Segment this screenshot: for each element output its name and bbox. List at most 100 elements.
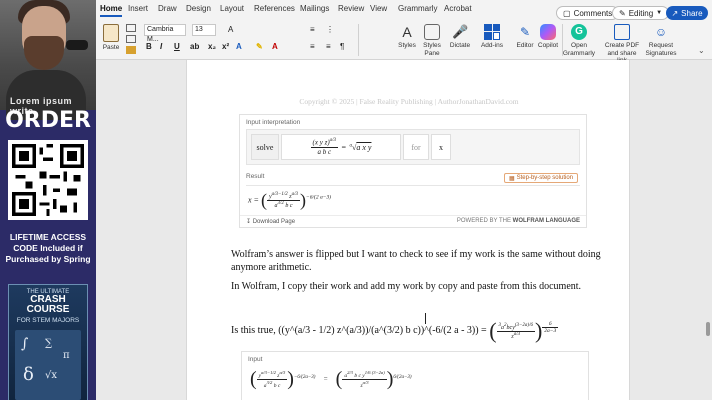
result-box: x = (ya/3−1/2 za/3 a3/2 b c)−6/(2 a−3) bbox=[246, 185, 580, 215]
strikethrough-button[interactable]: ab bbox=[190, 42, 199, 51]
steps-icon: ▦ bbox=[508, 175, 515, 182]
paste-button[interactable]: Paste bbox=[100, 22, 122, 51]
italic-button[interactable]: I bbox=[160, 42, 162, 51]
format-painter-icon[interactable] bbox=[126, 46, 136, 54]
comments-button[interactable]: ▢ Comments bbox=[556, 6, 620, 20]
text-cursor bbox=[425, 313, 426, 324]
download-page-link[interactable]: ↧ Download Page bbox=[246, 218, 295, 225]
tab-draw[interactable]: Draw bbox=[158, 4, 177, 13]
wolfram-footer: ↧ Download Page POWERED BY THE WOLFRAM L… bbox=[240, 215, 586, 227]
share-icon: ↗ bbox=[671, 8, 679, 18]
equation-cell: (x y z)a/3 a b c = a√a x y bbox=[281, 134, 401, 160]
share-button[interactable]: ↗ Share bbox=[666, 6, 708, 20]
promo-text: LIFETIME ACCESS CODE Included if Purchas… bbox=[5, 232, 91, 264]
tab-home[interactable]: Home bbox=[100, 4, 123, 17]
for-cell: for bbox=[403, 134, 429, 160]
addins-button[interactable]: Add-ins bbox=[480, 22, 504, 50]
editing-button[interactable]: ✎ Editing ▼ bbox=[612, 6, 670, 20]
text-effects-button[interactable]: A bbox=[236, 42, 242, 51]
pencil-icon: ✎ bbox=[619, 8, 626, 18]
microphone-icon: 🎤 bbox=[452, 24, 469, 39]
vertical-scrollbar[interactable] bbox=[706, 322, 710, 336]
input-interpretation-label: Input interpretation bbox=[246, 119, 301, 126]
font-name-select[interactable]: Cambria M... bbox=[144, 24, 186, 43]
wolfram-result-image[interactable]: Input interpretation solve (x y z)a/3 a b… bbox=[239, 114, 587, 228]
align-left-icon[interactable]: ≡ bbox=[310, 42, 315, 51]
tab-mailings[interactable]: Mailings bbox=[300, 4, 329, 13]
powered-by-label: POWERED BY THE WOLFRAM LANGUAGE bbox=[456, 218, 580, 224]
comment-icon: ▢ bbox=[563, 8, 571, 18]
tab-review[interactable]: Review bbox=[338, 4, 364, 13]
app-window: Lorem ipsum write ORDER LIFETIME ACCESS … bbox=[0, 0, 712, 400]
tab-insert[interactable]: Insert bbox=[128, 4, 148, 13]
editor-button[interactable]: ✎ Editor bbox=[514, 22, 536, 50]
book-cover: THE ULTIMATE CRASH COURSE FOR STEM MAJOR… bbox=[8, 284, 88, 400]
webcam-overlay: Lorem ipsum write bbox=[0, 0, 96, 120]
book-art: ∫ ∑ π δ √x bbox=[15, 330, 81, 400]
clipboard-icon bbox=[103, 24, 119, 42]
underline-button[interactable]: U bbox=[174, 42, 180, 51]
result-label: Result bbox=[246, 173, 265, 180]
is-this-true-text: Is this true, ((y^(a/3 - 1/2) z^(a/3))/(… bbox=[231, 325, 487, 337]
align-center-icon[interactable]: ≡ bbox=[326, 42, 331, 51]
step-by-step-button[interactable]: ▦ Step-by-step solution bbox=[503, 173, 578, 183]
input-interpretation-box: solve (x y z)a/3 a b c = a√a x y for x bbox=[246, 129, 580, 165]
wolfram-input-image[interactable]: Input (ya/3−1/2 za/3 a3/2 b c)−6/(2a−3) =… bbox=[241, 351, 589, 400]
tab-grammarly[interactable]: Grammarly bbox=[398, 4, 438, 13]
pdf-share-icon bbox=[614, 24, 630, 40]
signature-icon: ☺ bbox=[654, 25, 668, 39]
subscript-button[interactable]: x₂ bbox=[208, 42, 216, 51]
font-size-select[interactable]: 13 bbox=[192, 24, 216, 36]
grow-font-button[interactable]: A bbox=[228, 25, 233, 34]
header-copyright: Copyright © 2025 | False Reality Publish… bbox=[299, 97, 519, 106]
result-equation: x = (ya/3−1/2 za/3 a3/2 b c)−6/(2 a−3) bbox=[248, 190, 332, 210]
ribbon-collapse-icon[interactable]: ⌄ bbox=[698, 46, 705, 55]
qr-code[interactable] bbox=[8, 140, 88, 220]
styles-button[interactable]: A Styles bbox=[396, 22, 418, 50]
solve-cell: solve bbox=[251, 134, 279, 160]
bold-button[interactable]: B bbox=[146, 42, 152, 51]
comparison-equation: (ya/3−1/2 za/3 a3/2 b c)−6/(2a−3) = (a2/3… bbox=[250, 368, 412, 390]
cut-icon[interactable] bbox=[126, 24, 136, 32]
editor-pen-icon: ✎ bbox=[519, 25, 531, 39]
copy-icon[interactable] bbox=[126, 35, 136, 43]
tab-design[interactable]: Design bbox=[186, 4, 211, 13]
paragraph-2[interactable]: In Wolfram, I copy their work and add my… bbox=[231, 280, 601, 293]
is-this-true-line[interactable]: Is this true, ((y^(a/3 - 1/2) z^(a/3))/(… bbox=[231, 318, 559, 344]
ribbon: Home Insert Draw Design Layout Reference… bbox=[96, 0, 712, 64]
dictate-button[interactable]: 🎤 Dictate bbox=[448, 22, 472, 50]
font-color-button[interactable]: A bbox=[272, 42, 278, 51]
request-signatures-button[interactable]: ☺ Request Signatures bbox=[644, 22, 678, 57]
tab-acrobat[interactable]: Acrobat bbox=[444, 4, 472, 13]
is-this-true-rhs: (3a2bcy(3−2a)/6 za/3) 6 2a−3 bbox=[489, 318, 559, 343]
styles-pane-icon bbox=[424, 24, 440, 40]
create-pdf-button[interactable]: Create PDF and share link bbox=[602, 22, 642, 65]
addins-icon bbox=[484, 24, 500, 40]
bullets-icon[interactable]: ≡ bbox=[310, 25, 315, 34]
copilot-icon bbox=[540, 24, 556, 40]
grammarly-icon: G bbox=[571, 24, 587, 40]
ribbon-toolbar: Paste Cambria M... 13 B I U ab x₂ x² A ✎… bbox=[96, 22, 712, 64]
order-heading: ORDER bbox=[5, 108, 91, 133]
tab-references[interactable]: References bbox=[254, 4, 295, 13]
download-icon: ↧ bbox=[246, 219, 252, 225]
open-grammarly-button[interactable]: G Open Grammarly bbox=[562, 22, 596, 57]
microphone-icon bbox=[66, 40, 88, 50]
input-label: Input bbox=[248, 356, 263, 363]
document-canvas: Copyright © 2025 | False Reality Publish… bbox=[96, 60, 712, 400]
variable-cell: x bbox=[431, 134, 451, 160]
tab-view[interactable]: View bbox=[370, 4, 387, 13]
numbering-icon[interactable]: ⋮ bbox=[326, 25, 334, 34]
styles-pane-button[interactable]: Styles Pane bbox=[420, 22, 444, 57]
paragraph-1[interactable]: Wolfram’s answer is flipped but I want t… bbox=[231, 248, 601, 274]
tab-layout[interactable]: Layout bbox=[220, 4, 244, 13]
copilot-button[interactable]: Copilot bbox=[536, 22, 560, 50]
promo-sidebar: Lorem ipsum write ORDER LIFETIME ACCESS … bbox=[0, 0, 96, 400]
superscript-button[interactable]: x² bbox=[222, 42, 229, 51]
document-page[interactable]: Copyright © 2025 | False Reality Publish… bbox=[186, 60, 630, 400]
paragraph-mark-icon[interactable]: ¶ bbox=[340, 42, 344, 51]
highlight-button[interactable]: ✎ bbox=[256, 42, 263, 51]
ribbon-tabs: Home Insert Draw Design Layout Reference… bbox=[96, 4, 556, 20]
chevron-down-icon: ▼ bbox=[656, 10, 663, 16]
styles-icon: A bbox=[402, 24, 412, 40]
